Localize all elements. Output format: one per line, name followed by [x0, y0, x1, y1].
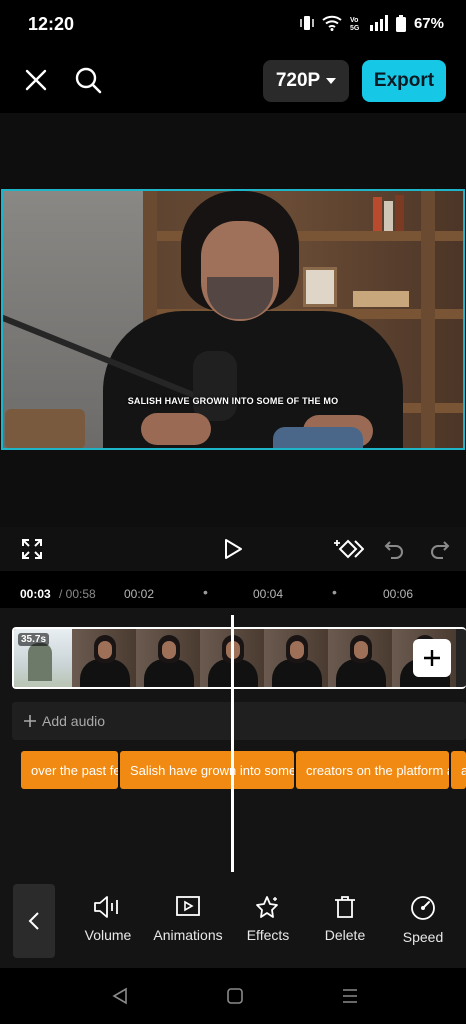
tick-label: 00:02 [124, 587, 155, 601]
signal-icon [369, 15, 388, 31]
caption-clip-text: a [461, 762, 466, 778]
fullscreen-icon [22, 539, 42, 559]
effects-icon [256, 896, 278, 918]
svg-text:5G: 5G [350, 25, 360, 32]
caption-clip-text: creators on the platform a [306, 762, 449, 778]
time-ruler[interactable]: 00:03 / 00:58 00:02 • 00:04 • 00:06 [0, 580, 466, 608]
export-button[interactable]: Export [362, 60, 446, 102]
chevron-left-icon [28, 912, 39, 930]
nav-home-button[interactable] [223, 984, 247, 1008]
video-clip-thumbnail [136, 629, 200, 687]
add-clip-button[interactable] [413, 639, 451, 677]
search-icon [75, 67, 102, 94]
nav-back-button[interactable] [108, 984, 132, 1008]
resolution-dropdown[interactable]: 720P [263, 60, 349, 102]
tool-label: Delete [324, 927, 366, 943]
undo-button[interactable] [382, 537, 406, 561]
back-button[interactable] [13, 884, 55, 958]
plus-icon [424, 650, 440, 666]
video-clip-thumbnail [264, 629, 328, 687]
battery-icon [395, 14, 406, 32]
caret-down-icon [326, 78, 337, 84]
svg-text:Vo: Vo [350, 17, 358, 24]
close-button[interactable] [20, 64, 52, 96]
tool-delete[interactable]: Delete [305, 895, 385, 943]
plus-icon [24, 715, 36, 727]
status-time: 12:20 [28, 14, 75, 34]
add-audio-button[interactable]: Add audio [12, 702, 466, 740]
caption-clip[interactable]: over the past fe [21, 751, 118, 789]
total-time: / 00:58 [59, 587, 96, 601]
tool-speed[interactable]: Speed [383, 895, 463, 945]
speed-icon [411, 896, 435, 920]
play-icon [225, 539, 242, 559]
caption-clip[interactable]: Salish have grown into some [120, 751, 294, 789]
redo-icon [431, 541, 450, 559]
resolution-label: 720P [275, 70, 321, 91]
tool-label: Effects [246, 927, 290, 943]
tick-dot: • [203, 584, 208, 600]
animations-icon [176, 896, 200, 916]
tick-label: 00:06 [383, 587, 414, 601]
caption-clip[interactable]: creators on the platform a [296, 751, 449, 789]
close-icon [25, 69, 47, 91]
status-icons: Vo 5G 67% [300, 14, 444, 32]
nav-home-icon [227, 988, 243, 1004]
playhead[interactable] [231, 615, 234, 872]
caption-clip[interactable]: a [451, 751, 466, 789]
redo-button[interactable] [428, 537, 452, 561]
tool-animations[interactable]: Animations [148, 895, 228, 943]
tool-label: Animations [153, 927, 223, 943]
caption-clip-text: over the past fe [31, 762, 118, 778]
vibrate-icon [300, 16, 314, 30]
video-caption: SALISH HAVE GROWN INTO SOME OF THE MO [127, 396, 339, 406]
tool-effects[interactable]: Effects [228, 895, 308, 943]
caption-clip-text: Salish have grown into some [130, 762, 294, 778]
keyframe-icon [334, 539, 364, 559]
volume-icon [94, 896, 118, 918]
nav-recents-button[interactable] [338, 984, 362, 1008]
play-button[interactable] [220, 536, 246, 562]
tool-label: Volume [84, 927, 132, 943]
wifi-icon [322, 15, 342, 31]
tool-volume[interactable]: Volume [68, 895, 148, 943]
video-clip-thumbnail [328, 629, 392, 687]
add-audio-label: Add audio [42, 713, 106, 729]
keyframe-button[interactable] [334, 536, 364, 562]
search-button[interactable] [72, 64, 104, 96]
tick-label: 00:04 [253, 587, 284, 601]
tick-dot: • [332, 584, 337, 600]
tool-label: Speed [402, 929, 444, 945]
video-track[interactable]: 35.7s [12, 627, 466, 689]
delete-icon [335, 896, 355, 918]
video-clip-thumbnail [72, 629, 136, 687]
nav-back-icon [112, 987, 127, 1005]
current-time: 00:03 [20, 587, 51, 601]
fullscreen-button[interactable] [20, 537, 44, 561]
clip-duration: 35.7s [18, 633, 50, 646]
video-preview[interactable]: SALISH HAVE GROWN INTO SOME OF THE MO [1, 189, 465, 450]
undo-icon [384, 541, 403, 559]
video-clip-thumbnail: 35.7s [14, 629, 72, 687]
nav-recents-icon [343, 989, 357, 1003]
battery-percent: 67% [413, 14, 444, 32]
volte-icon: Vo5G [350, 17, 360, 32]
